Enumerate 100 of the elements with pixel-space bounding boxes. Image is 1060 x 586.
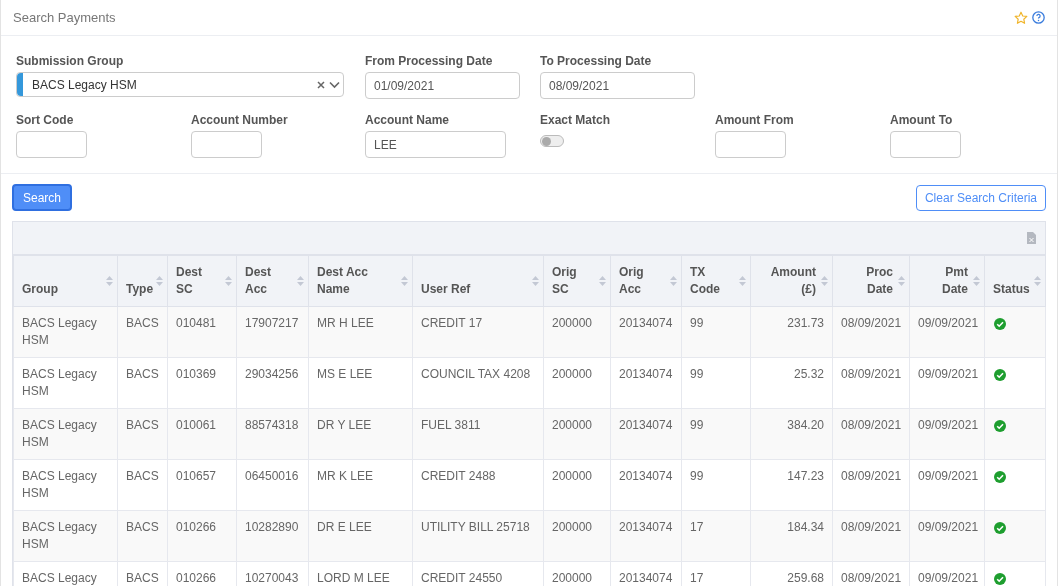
table-cell-text: 184.34 <box>787 520 824 534</box>
table-cell-text: BACS Legacy HSM <box>22 520 97 551</box>
field-label: Amount From <box>715 112 795 129</box>
date-field[interactable]: 08/09/2021 <box>540 72 695 99</box>
sort-icon[interactable] <box>225 276 232 286</box>
sort-icon[interactable] <box>670 276 677 286</box>
sort-code-field[interactable] <box>16 131 87 158</box>
table-cell-text: 259.68 <box>787 571 824 585</box>
table-cell-text: 08/09/2021 <box>841 316 902 330</box>
table-cell-text: 09/09/2021 <box>918 367 979 381</box>
table-cell-text: 20134074 <box>619 469 673 483</box>
sort-icon[interactable] <box>1034 276 1041 286</box>
table-cell-text: COUNCIL TAX 4208 <box>421 367 531 381</box>
table-cell-text: 06450016 <box>245 469 299 483</box>
account-number-field[interactable] <box>191 131 262 158</box>
table-cell-text: DR Y LEE <box>317 418 372 432</box>
chevron-down-icon[interactable] <box>329 80 340 89</box>
field-label: Submission Group <box>16 53 125 70</box>
table-cell-text: 09/09/2021 <box>918 571 979 585</box>
field-label: Account Name <box>365 112 451 129</box>
table-cell-text: 17 <box>690 520 704 534</box>
table-cell-text: BACS <box>126 469 159 483</box>
date-field[interactable]: 01/09/2021 <box>365 72 520 99</box>
field-label: Exact Match <box>540 112 612 129</box>
column-header[interactable]: Type <box>126 281 151 298</box>
field-label: Sort Code <box>16 112 75 129</box>
table-cell-text: 20134074 <box>619 571 673 585</box>
sort-icon[interactable] <box>973 276 980 286</box>
sort-icon[interactable] <box>297 276 304 286</box>
table-cell-text: MR K LEE <box>317 469 373 483</box>
table-cell-text: 010481 <box>176 316 217 330</box>
table-cell-text: BACS Legacy HSM <box>22 469 97 500</box>
field-label: To Processing Date <box>540 53 653 70</box>
table-cell-text: 200000 <box>552 520 593 534</box>
sort-icon[interactable] <box>106 276 113 286</box>
help-icon[interactable] <box>1032 11 1045 24</box>
amount-from-field[interactable] <box>715 131 786 158</box>
table-cell-text: 010266 <box>176 520 217 534</box>
table-cell-text: CREDIT 17 <box>421 316 483 330</box>
star-icon[interactable] <box>1014 10 1028 25</box>
table-cell-text: 200000 <box>552 316 593 330</box>
amount-to-field[interactable] <box>890 131 961 158</box>
table-cell-text: 25.32 <box>793 367 824 381</box>
table-cell-text: BACS <box>126 316 159 330</box>
table-cell-text: 99 <box>690 316 704 330</box>
table-cell-text: 88574318 <box>245 418 299 432</box>
table-cell-text: BACS Legacy <box>22 571 97 585</box>
table-cell-text: BACS Legacy HSM <box>22 367 97 398</box>
field-label: Amount To <box>890 112 954 129</box>
table-cell-text: BACS Legacy HSM <box>22 418 97 449</box>
sort-icon[interactable] <box>532 276 539 286</box>
table-cell-text: 010657 <box>176 469 217 483</box>
table-cell-text: UTILITY BILL 25718 <box>421 520 530 534</box>
table-cell-text: BACS Legacy HSM <box>22 316 97 347</box>
sort-icon[interactable] <box>599 276 606 286</box>
exact-match-toggle[interactable] <box>540 135 564 147</box>
table-cell-text: 99 <box>690 418 704 432</box>
sort-icon[interactable] <box>401 276 408 286</box>
sort-icon[interactable] <box>739 276 746 286</box>
table-cell-text: 20134074 <box>619 367 673 381</box>
table-cell-text: 09/09/2021 <box>918 520 979 534</box>
table-cell-text: 147.23 <box>787 469 824 483</box>
table-cell-text: 08/09/2021 <box>841 367 902 381</box>
sort-icon[interactable] <box>156 276 163 286</box>
table-cell-text: 29034256 <box>245 367 299 381</box>
submission-group-select[interactable]: BACS Legacy HSM <box>16 72 344 97</box>
table-cell-text: 99 <box>690 367 704 381</box>
panel-title: Search Payments <box>13 8 116 27</box>
select-value: BACS Legacy HSM <box>32 76 138 94</box>
sort-icon[interactable] <box>821 276 828 286</box>
table-cell-text: 010266 <box>176 571 217 585</box>
table-cell-text: FUEL 3811 <box>421 418 481 432</box>
table-cell-text: 08/09/2021 <box>841 469 902 483</box>
table-cell-text: 17907217 <box>245 316 299 330</box>
table-cell-text: MS E LEE <box>317 367 373 381</box>
table-cell-text: 99 <box>690 469 704 483</box>
table-cell-text: BACS <box>126 418 159 432</box>
table-cell-text: 10282890 <box>245 520 299 534</box>
account-name-field[interactable]: LEE <box>365 131 506 158</box>
table-cell-text: BACS <box>126 571 159 585</box>
table-cell-text: 08/09/2021 <box>841 571 902 585</box>
clear-icon[interactable] <box>317 80 325 89</box>
table-cell-text: 200000 <box>552 571 593 585</box>
table-cell-text: MR H LEE <box>317 316 374 330</box>
table-cell-text: 200000 <box>552 469 593 483</box>
table-cell-text: 010369 <box>176 367 217 381</box>
table-cell-text: CREDIT 2488 <box>421 469 496 483</box>
export-file-icon[interactable] <box>1027 232 1036 244</box>
table-cell-text: 09/09/2021 <box>918 316 979 330</box>
column-header[interactable]: Status <box>993 281 1029 298</box>
table-cell-text: 17 <box>690 571 704 585</box>
table-cell-text: BACS <box>126 367 159 381</box>
table-cell-text: 384.20 <box>787 418 824 432</box>
table-cell-text: CREDIT 24550 <box>421 571 503 585</box>
table-cell-text: 200000 <box>552 418 593 432</box>
table-cell-text: 10270043 <box>245 571 299 585</box>
sort-icon[interactable] <box>898 276 905 286</box>
table-cell-text: 08/09/2021 <box>841 418 902 432</box>
table-cell-text: BACS <box>126 520 159 534</box>
table-cell-text: 010061 <box>176 418 217 432</box>
